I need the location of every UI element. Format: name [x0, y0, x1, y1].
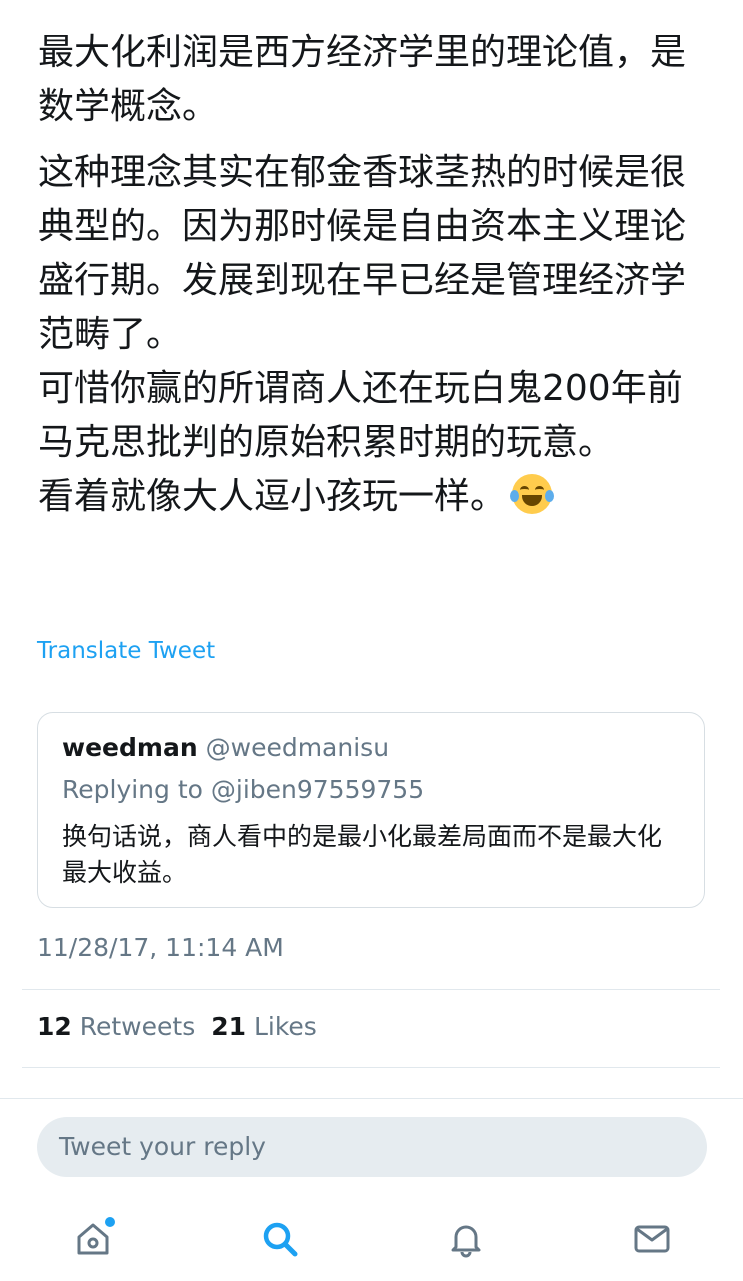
- quoted-author-name: weedman: [62, 733, 198, 762]
- retweets-stat[interactable]: 12 Retweets: [37, 1012, 195, 1041]
- translate-tweet-link[interactable]: Translate Tweet: [37, 638, 215, 664]
- quoted-tweet-text: 换句话说，商人看中的是最小化最差局面而不是最大化最大收益。: [62, 822, 663, 887]
- search-icon[interactable]: [260, 1219, 300, 1259]
- tweet-stats: 12 Retweets 21 Likes: [37, 1012, 317, 1041]
- tweet-paragraph-4-line: 看着就像大人逗小孩玩一样。: [38, 470, 718, 524]
- replying-to-label: Replying to @jiben97559755: [62, 775, 425, 804]
- notification-dot: [105, 1217, 115, 1227]
- bottom-tab-bar: [0, 1209, 743, 1269]
- retweets-label: Retweets: [79, 1012, 196, 1041]
- face-with-tears-of-joy-icon: [510, 474, 555, 514]
- likes-label: Likes: [253, 1012, 317, 1041]
- tweet-paragraph-4: 看着就像大人逗小孩玩一样。: [38, 476, 507, 517]
- quoted-author-handle: @weedmanisu: [205, 733, 390, 762]
- divider: [22, 1067, 720, 1068]
- messages-envelope-icon[interactable]: [632, 1219, 672, 1259]
- likes-stat[interactable]: 21 Likes: [211, 1012, 317, 1041]
- reply-area: Tweet your reply: [0, 1098, 743, 1281]
- divider: [22, 989, 720, 990]
- notifications-bell-icon[interactable]: [446, 1219, 486, 1259]
- tweet-paragraph-3: 可惜你赢的所谓商人还在玩白鬼200年前马克思批判的原始积累时期的玩意。: [38, 368, 683, 463]
- quoted-tweet-author: weedman @weedmanisu: [62, 733, 389, 762]
- retweets-count: 12: [37, 1012, 72, 1041]
- likes-count: 21: [211, 1012, 247, 1041]
- quoted-tweet-card[interactable]: weedman @weedmanisu Replying to @jiben975…: [37, 712, 705, 908]
- tweet-timestamp: 11/28/17, 11:14 AM: [37, 933, 284, 962]
- tweet-reply-input[interactable]: Tweet your reply: [37, 1117, 707, 1177]
- tweet-paragraph-2: 这种理念其实在郁金香球茎热的时候是很典型的。因为那时候是自由资本主义理论盛行期。…: [38, 152, 687, 355]
- tweet-paragraph-1: 最大化利润是西方经济学里的理论值，是数学概念。: [38, 32, 687, 127]
- tweet-text: 最大化利润是西方经济学里的理论值，是数学概念。 这种理念其实在郁金香球茎热的时候…: [38, 26, 718, 524]
- home-icon[interactable]: [73, 1217, 115, 1259]
